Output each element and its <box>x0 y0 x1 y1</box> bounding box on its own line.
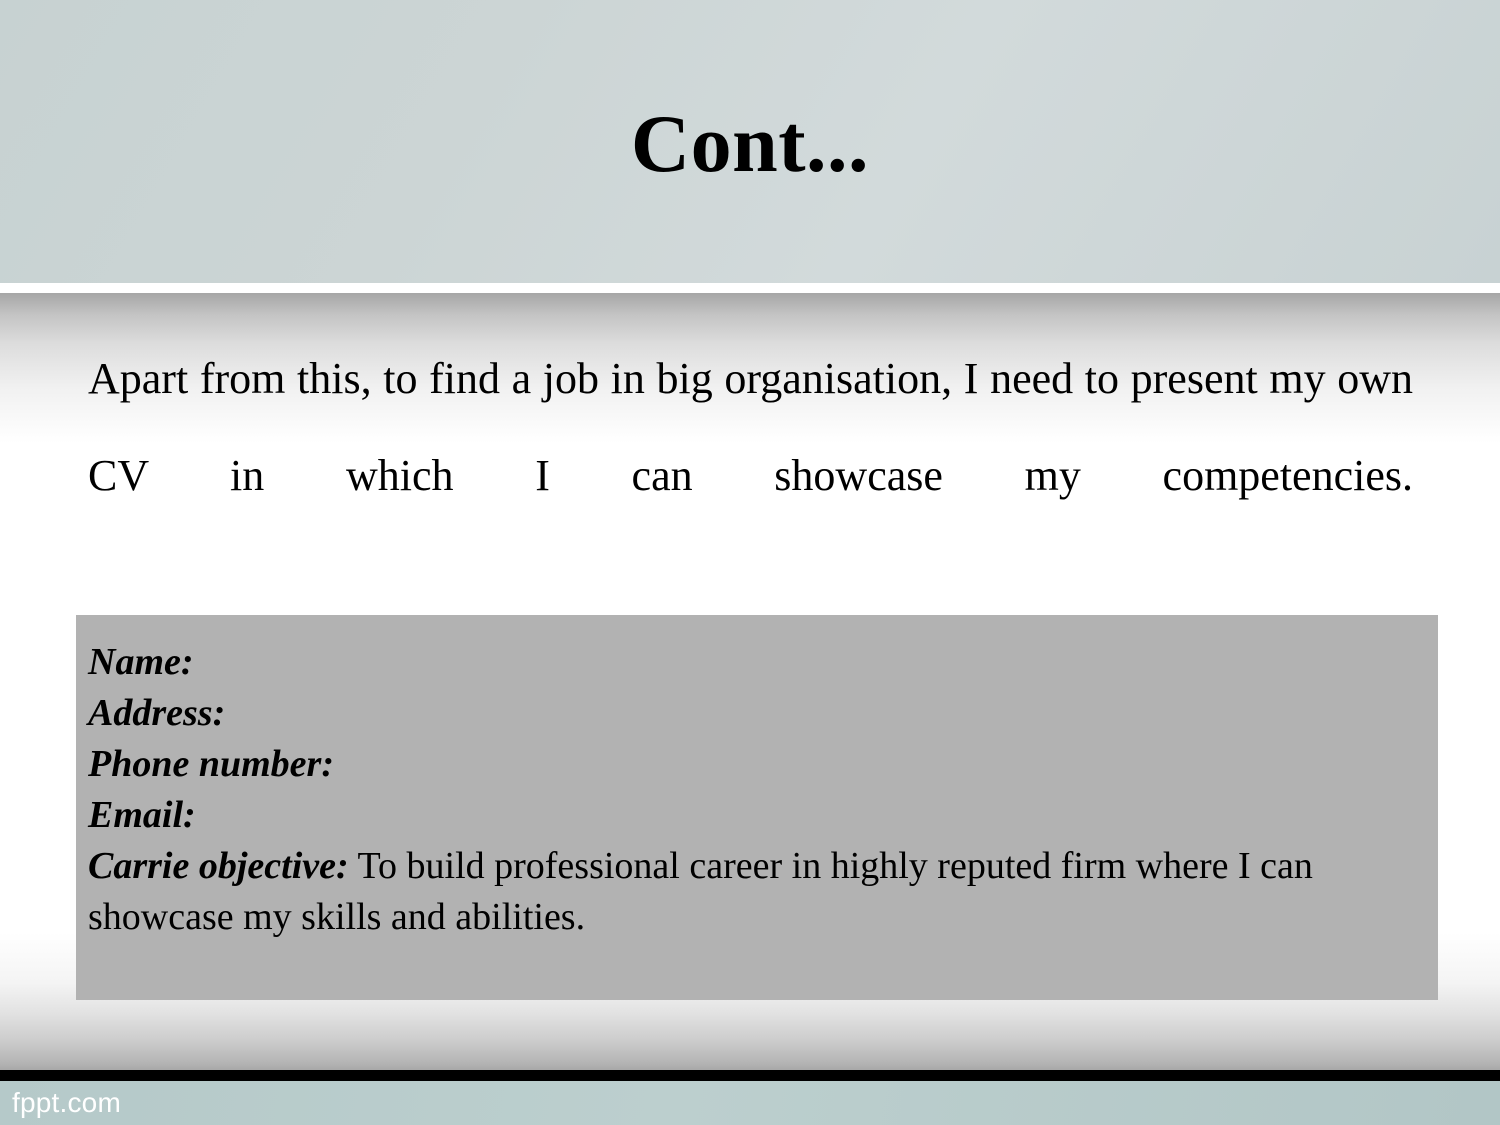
cv-template-box: Name: Address: Phone number: Email: Carr… <box>76 615 1438 1000</box>
body-paragraph: Apart from this, to find a job in big or… <box>88 354 1413 500</box>
cv-field-email: Email: <box>88 790 1420 841</box>
header-divider <box>0 283 1500 293</box>
cv-field-phone-number-label: Phone number: <box>88 743 334 785</box>
footer-band <box>0 1081 1500 1125</box>
page-title: Cont... <box>630 98 870 189</box>
footer-watermark: fppt.com <box>12 1087 121 1118</box>
cv-field-career-objective: Carrie objective: To build professional … <box>88 841 1420 943</box>
cv-field-phone-number: Phone number: <box>88 739 1420 790</box>
presentation-slide: Cont... Apart from this, to find a job i… <box>0 0 1500 1125</box>
cv-field-name-label: Name: <box>88 641 194 683</box>
cv-field-career-objective-label: Carrie objective: <box>88 845 349 887</box>
cv-field-email-label: Email: <box>88 794 196 836</box>
cv-field-address: Address: <box>88 688 1420 739</box>
cv-field-address-label: Address: <box>88 692 226 734</box>
cv-field-name: Name: <box>88 637 1420 688</box>
footer-divider-rule <box>0 1070 1500 1081</box>
